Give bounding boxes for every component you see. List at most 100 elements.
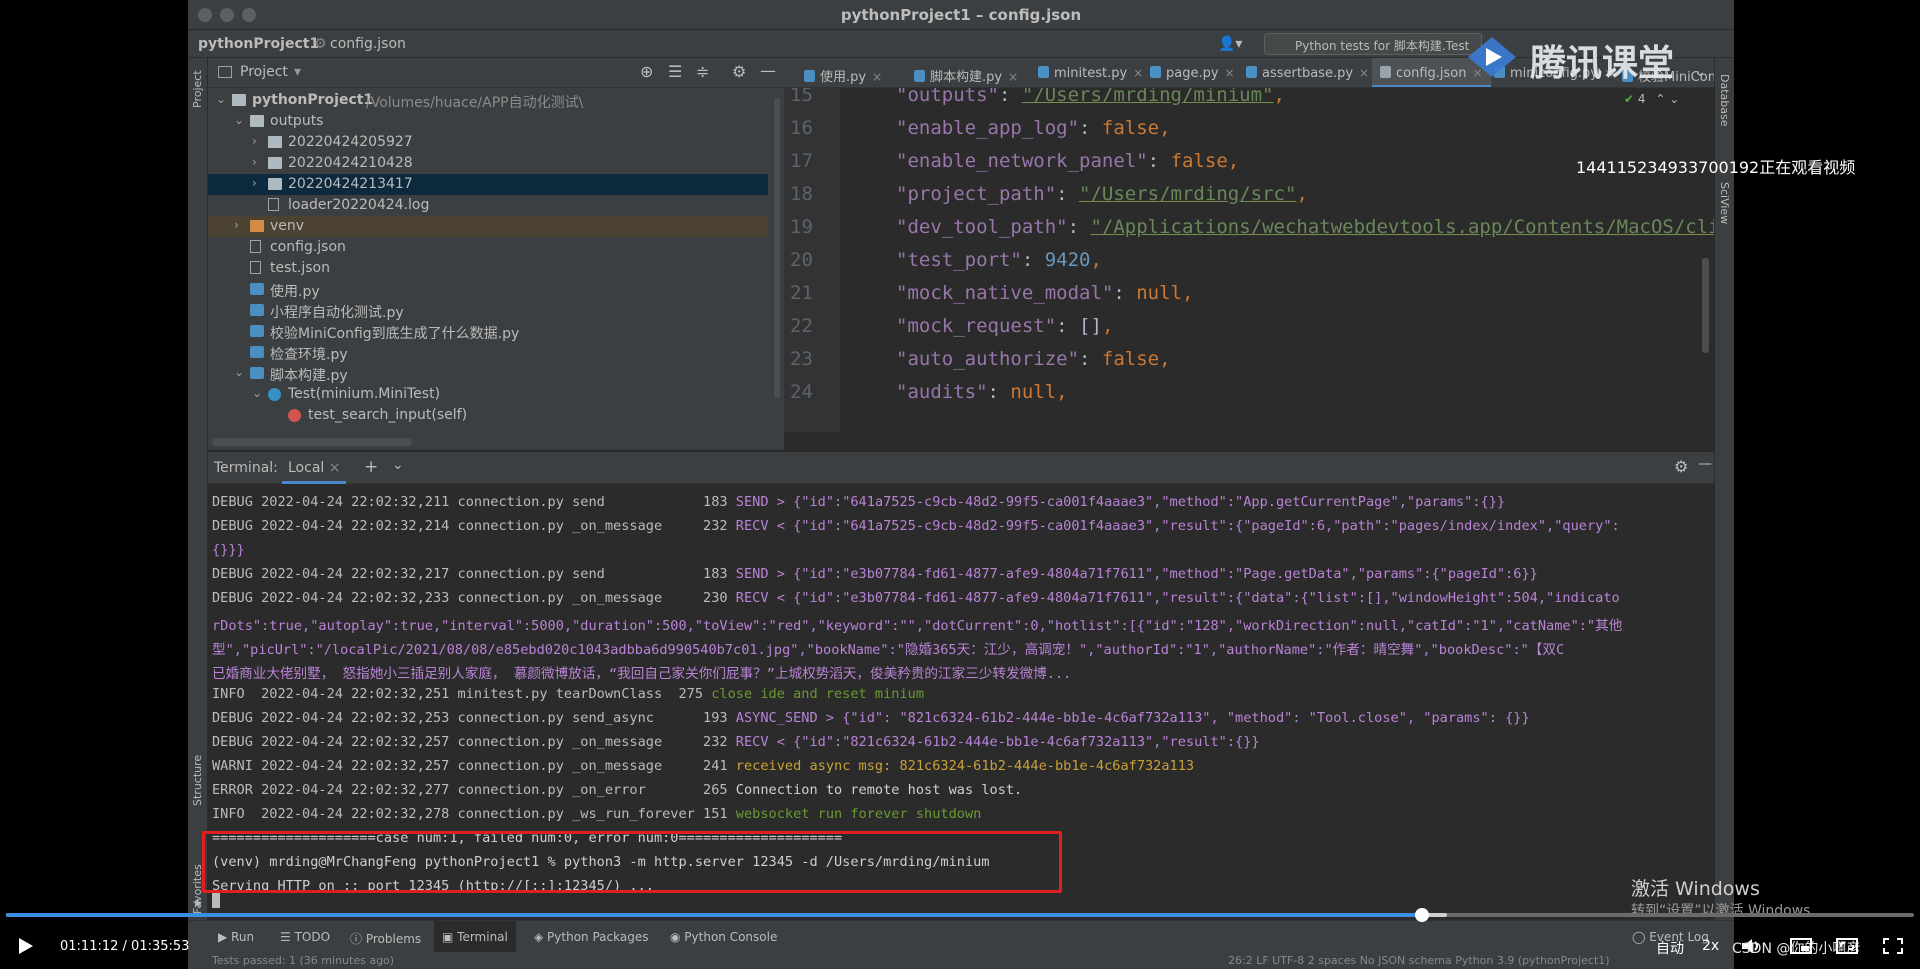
log-message: RECV < {"id":"e3b07784-fd61-4877-afe9-48…: [735, 590, 1620, 606]
code-editor[interactable]: ✔ 4 ⌃ ⌄ 15 "outputs": "/Users/mrding/mini…: [784, 88, 1714, 432]
code-line: 16 "enable_app_log": false,: [790, 117, 1171, 139]
chevron-down-icon[interactable]: ⌄: [234, 365, 244, 379]
log-message: RECV < {"id":"821c6324-61b2-444e-bb1e-4c…: [735, 734, 1260, 750]
close-icon[interactable]: ×: [1359, 66, 1369, 80]
sciview-tool-tab[interactable]: SciView: [1718, 182, 1731, 224]
tree-item-file-expanded[interactable]: ⌄ 脚本构建.py: [208, 363, 768, 384]
chevron-down-icon[interactable]: ⌄: [1694, 64, 1706, 80]
code-line: 15 "outputs": "/Users/mrding/minium",: [784, 88, 1714, 117]
tree-item-file[interactable]: loader20220424.log: [208, 195, 768, 216]
project-scrollbar[interactable]: [774, 98, 780, 398]
chevron-down-icon[interactable]: ▾: [294, 64, 301, 80]
chevron-down-icon[interactable]: ⌄: [392, 457, 404, 473]
tree-item-label: 20220424213417: [288, 176, 413, 192]
terminal-label: Terminal:: [214, 460, 278, 476]
run-configuration-select[interactable]: Python tests for 脚本构建.Test: [1264, 33, 1482, 55]
close-icon[interactable]: ×: [1008, 70, 1018, 84]
user-icon[interactable]: 👤▾: [1218, 36, 1242, 52]
tree-item-file[interactable]: 检查环境.py: [208, 342, 768, 363]
python-file-icon: [1150, 66, 1161, 78]
tab-file[interactable]: 脚本构建.py ×: [914, 58, 1018, 87]
locate-icon[interactable]: ⊕: [640, 62, 653, 81]
tab-label: 使用.py: [820, 70, 867, 85]
close-icon[interactable]: ×: [1225, 66, 1235, 80]
close-icon[interactable]: ×: [1133, 66, 1143, 80]
log-message: 型","picUrl":"/localPic/2021/08/08/e85ebd…: [212, 642, 1565, 658]
expand-all-icon[interactable]: ☰: [668, 62, 682, 81]
terminal-line: INFO 2022-04-24 22:02:32,278 connection.…: [212, 806, 1708, 830]
tree-item-file[interactable]: test.json: [208, 258, 768, 279]
tab-file[interactable]: page.py ×: [1150, 58, 1235, 87]
tree-item-venv[interactable]: › venv: [208, 216, 768, 237]
collapse-all-icon[interactable]: ≑: [696, 62, 709, 81]
tree-item-file[interactable]: 使用.py: [208, 279, 768, 300]
tree-item-folder-selected[interactable]: › 20220424213417: [208, 174, 768, 195]
tree-item-file[interactable]: config.json: [208, 237, 768, 258]
video-time: 01:11:12 / 01:35:53: [60, 939, 190, 954]
quality-button[interactable]: 自动: [1656, 938, 1684, 958]
code-line: 17 "enable_network_panel": false,: [790, 150, 1240, 172]
chevron-right-icon[interactable]: ›: [234, 218, 239, 232]
python-file-icon: [250, 367, 264, 379]
tencent-classroom-logo-icon: [1468, 37, 1516, 77]
play-icon[interactable]: [14, 935, 36, 957]
close-icon[interactable]: ×: [329, 460, 341, 476]
breadcrumb-file[interactable]: config.json: [330, 36, 406, 52]
picture-in-picture-icon[interactable]: [1790, 937, 1812, 955]
database-tool-tab[interactable]: Database: [1718, 74, 1731, 127]
star-icon[interactable]: ★: [192, 896, 203, 910]
chevron-right-icon[interactable]: ›: [252, 176, 257, 190]
chevron-down-icon[interactable]: ⌄: [216, 92, 226, 106]
python-file-icon: [1246, 66, 1257, 78]
project-view-select[interactable]: Project: [240, 64, 288, 80]
log-message: SEND > {"id":"641a7525-c9cb-48d2-99f5-ca…: [735, 494, 1506, 510]
tree-item-label: 脚本构建.py: [270, 368, 348, 384]
code-line: 18 "project_path": "/Users/mrding/src",: [790, 183, 1308, 205]
tree-item-class[interactable]: ⌄ Test(minium.MiniTest): [208, 384, 768, 405]
json-value: []: [1079, 315, 1102, 337]
chevron-down-icon[interactable]: ⌄: [234, 113, 244, 127]
project-tool-tab[interactable]: Project: [191, 70, 204, 108]
widescreen-icon[interactable]: [1836, 937, 1858, 955]
json-key: "audits": [896, 381, 988, 403]
hide-panel-icon[interactable]: —: [1698, 456, 1712, 472]
editor-scrollbar[interactable]: [1702, 258, 1709, 353]
tree-item-folder[interactable]: › 20220424210428: [208, 153, 768, 174]
chevron-down-icon[interactable]: ⌄: [252, 386, 262, 400]
tab-file[interactable]: assertbase.py ×: [1246, 58, 1369, 87]
tree-item-folder[interactable]: › 20220424205927: [208, 132, 768, 153]
speed-button[interactable]: 2x: [1702, 938, 1719, 954]
json-key: "enable_app_log": [896, 117, 1080, 139]
tree-item-project-root[interactable]: ⌄ pythonProject1 /Volumes/huace/APP自动化测试…: [208, 90, 768, 111]
tree-item-label: venv: [270, 218, 305, 234]
tree-item-file[interactable]: 校验MiniConfig到底生成了什么数据.py: [208, 321, 768, 342]
tab-file[interactable]: minitest.py ×: [1038, 58, 1143, 87]
close-icon[interactable]: ×: [872, 70, 882, 84]
log-message: websocket run forever shutdown: [735, 806, 982, 822]
activate-windows-title: 激活 Windows: [1631, 878, 1760, 900]
gear-icon[interactable]: ⚙: [1674, 457, 1688, 476]
add-icon[interactable]: +: [364, 457, 378, 477]
line-number: 18: [790, 183, 813, 205]
structure-tool-tab[interactable]: Structure: [191, 755, 204, 806]
tree-item-label: 使用.py: [270, 284, 320, 300]
tree-item-outputs[interactable]: ⌄ outputs: [208, 111, 768, 132]
fullscreen-icon[interactable]: [1882, 937, 1904, 955]
chevron-right-icon[interactable]: ›: [252, 134, 257, 148]
terminal-tab-local[interactable]: Local ×: [282, 452, 347, 484]
tree-item-method[interactable]: test_search_input(self): [208, 405, 768, 426]
video-progress-bar[interactable]: [6, 913, 1422, 917]
breadcrumb-project[interactable]: pythonProject1: [198, 36, 319, 52]
terminal-line: DEBUG 2022-04-24 22:02:32,214 connection…: [212, 518, 1708, 542]
project-horizontal-scrollbar[interactable]: [212, 438, 412, 446]
tree-item-file[interactable]: 小程序自动化测试.py: [208, 300, 768, 321]
gear-icon[interactable]: ⚙: [732, 62, 746, 81]
tab-file[interactable]: 使用.py ×: [804, 58, 882, 87]
log-prefix: DEBUG 2022-04-24 22:02:32,217 connection…: [212, 566, 736, 582]
terminal-header: Terminal: Local × + ⌄ ⚙ —: [208, 452, 1714, 484]
hide-panel-icon[interactable]: —: [760, 61, 776, 80]
line-number: 16: [790, 117, 813, 139]
terminal-line: 型","picUrl":"/localPic/2021/08/08/e85ebd…: [212, 638, 1708, 662]
chevron-right-icon[interactable]: ›: [252, 155, 257, 169]
video-progress-handle[interactable]: [1414, 908, 1429, 922]
